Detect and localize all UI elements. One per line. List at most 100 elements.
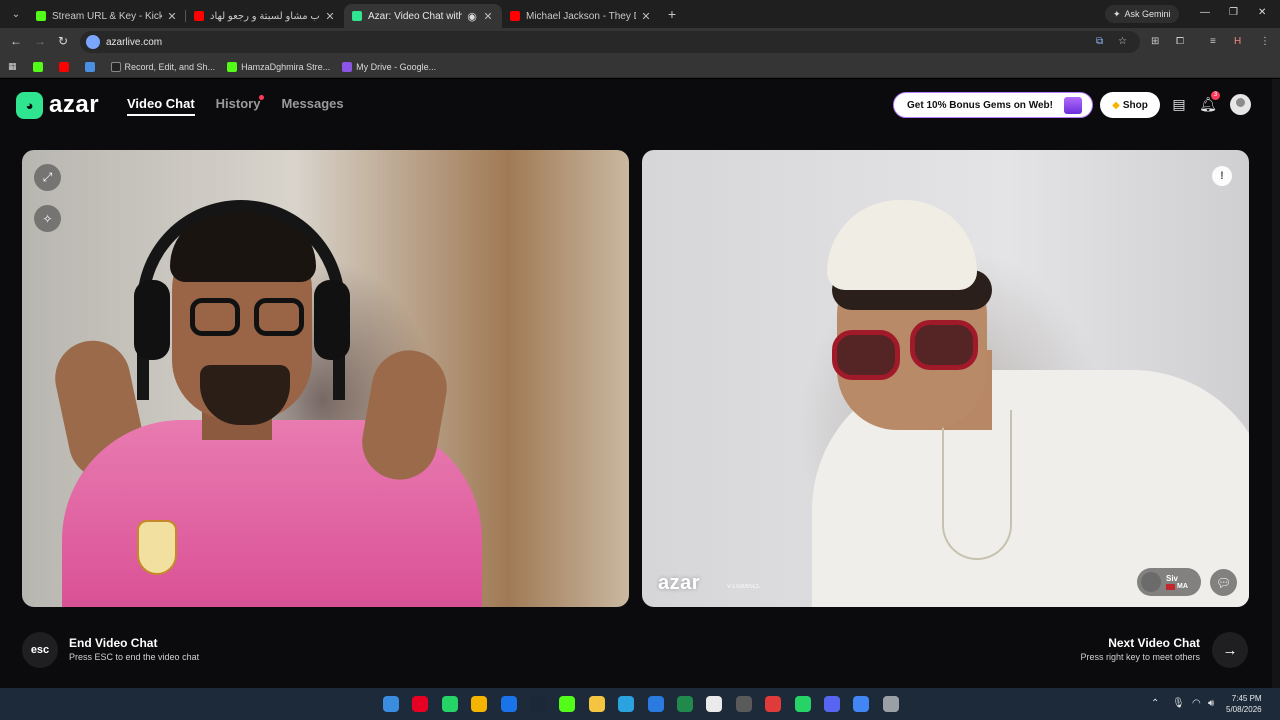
tab-search-icon[interactable]: ⌄ <box>4 4 28 24</box>
next-chat-arrow-icon[interactable]: → <box>1212 632 1248 668</box>
ask-gemini-button[interactable]: ✦ Ask Gemini <box>1105 5 1179 23</box>
gemini-icon: ✦ <box>1113 8 1121 19</box>
browser-tab[interactable]: الشباب مشاو لسبتة و رجعو لهاد ✕ <box>186 4 344 28</box>
forward-icon[interactable]: → <box>34 34 46 48</box>
bookmarks-bar: ▦ Record, Edit, and Sh... HamzaDghmira S… <box>0 56 1280 78</box>
menu-icon[interactable]: ⋮ <box>1260 36 1270 47</box>
url-text: azarlive.com <box>106 36 163 48</box>
bookmark-youtube[interactable] <box>58 61 73 72</box>
reload-icon[interactable]: ↻ <box>58 34 68 48</box>
microphone-icon[interactable]: 🎙︎ <box>1172 698 1185 709</box>
taskbar-app-icon[interactable] <box>500 696 517 712</box>
bookmark-gemini[interactable] <box>84 61 99 72</box>
necklace <box>942 410 1012 560</box>
taskbar-app-icon[interactable] <box>794 696 811 712</box>
azar-logo-text: azar <box>49 91 100 118</box>
browser-tab-active[interactable]: Azar: Video Chat with New ◉ ✕ <box>344 4 502 28</box>
end-chat-title: End Video Chat <box>69 636 158 650</box>
main-nav: Video Chat History Messages <box>127 95 344 116</box>
site-info-icon[interactable] <box>86 35 100 49</box>
reading-list-icon[interactable]: ≡ <box>1210 36 1216 47</box>
wifi-icon[interactable]: ◠ <box>1192 698 1201 709</box>
close-tab-icon[interactable]: ✕ <box>640 10 652 23</box>
nav-messages[interactable]: Messages <box>281 96 343 116</box>
taskbar-app-icon[interactable] <box>824 696 840 712</box>
gift-icon <box>1064 97 1082 114</box>
taskbar-app-icon[interactable] <box>706 696 723 712</box>
taskbar-app-icon[interactable] <box>559 696 576 712</box>
taskbar-app-icon[interactable] <box>383 696 399 712</box>
tray-chevron-icon[interactable]: ⌃ <box>1151 698 1159 709</box>
peer-country-code: MA <box>1177 583 1188 590</box>
taskbar-app-icon[interactable] <box>412 696 429 712</box>
magic-wand-icon[interactable]: ✧ <box>34 205 61 232</box>
peer-name: Siv <box>1166 574 1179 583</box>
azar-tab-icon <box>352 11 362 21</box>
taskbar-app-icon[interactable] <box>530 696 546 712</box>
taskbar-app-icon[interactable] <box>471 696 488 712</box>
minimize-icon[interactable]: — <box>1200 7 1210 18</box>
nav-history-label: History <box>215 96 261 111</box>
taskbar-app-icon[interactable] <box>588 696 605 712</box>
nav-history[interactable]: History <box>215 95 265 116</box>
expand-icon[interactable]: ⤢ <box>34 164 61 191</box>
close-window-icon[interactable]: ✕ <box>1258 7 1266 18</box>
translate-icon[interactable]: ⧉ <box>1096 36 1103 47</box>
address-bar[interactable]: azarlive.com <box>80 31 1140 53</box>
taskbar-app-icon[interactable] <box>853 696 870 712</box>
club-crest <box>137 520 177 575</box>
tab-groups-icon[interactable]: ⊞ <box>1151 36 1159 47</box>
clock-date: 5/08/2026 <box>1226 705 1262 714</box>
browser-tab-strip: ⌄ Stream URL & Key - Kick Dashb ✕ الشباب… <box>0 0 1280 28</box>
back-icon[interactable]: ← <box>10 34 22 48</box>
bookmark-label: HamzaDghmira Stre... <box>241 61 331 72</box>
report-icon[interactable]: ! <box>1212 166 1232 186</box>
taskbar-clock[interactable]: 7:45 PM 5/08/2026 <box>1226 693 1262 715</box>
bookmark-record[interactable]: Record, Edit, and Sh... <box>110 61 215 72</box>
shop-label: Shop <box>1122 99 1148 111</box>
close-tab-icon[interactable]: ✕ <box>482 10 494 23</box>
restore-icon[interactable]: ❐ <box>1229 7 1238 18</box>
avatar[interactable] <box>1230 94 1251 115</box>
new-tab-button[interactable]: + <box>660 6 684 22</box>
bookmark-star-icon[interactable]: ☆ <box>1118 36 1127 47</box>
taskbar-app-icon[interactable] <box>441 696 458 712</box>
peer-profile-chip[interactable]: Siv MA <box>1137 568 1201 596</box>
azar-logo[interactable]: ◕ azar <box>16 91 99 119</box>
azar-logo-icon: ◕ <box>16 91 43 119</box>
taskbar-app-icon[interactable] <box>735 696 752 712</box>
scrollbar[interactable] <box>1272 79 1280 688</box>
end-chat-button[interactable]: esc <box>22 632 58 668</box>
taskbar-app-icon[interactable] <box>677 696 693 712</box>
bookmark-hamza[interactable]: HamzaDghmira Stre... <box>227 61 331 72</box>
peer-country: MA <box>1166 583 1188 590</box>
bonus-gems-label: Get 10% Bonus Gems on Web! <box>907 99 1053 111</box>
taskbar-app-icon[interactable] <box>647 696 664 712</box>
close-tab-icon[interactable]: ✕ <box>166 10 178 23</box>
taskbar-app-icon[interactable] <box>882 696 899 712</box>
extensions-icon[interactable]: ⧠ <box>1176 36 1184 47</box>
profile-icon[interactable]: H <box>1234 36 1241 47</box>
taskbar-app-icon[interactable] <box>765 696 782 712</box>
gemini-icon <box>84 61 95 72</box>
chat-bubble-icon[interactable]: 💬︎ <box>1210 569 1237 596</box>
taskbar-app-icon[interactable] <box>618 696 635 712</box>
close-tab-icon[interactable]: ✕ <box>324 10 336 23</box>
gem-icon: ◆ <box>1112 99 1120 111</box>
nav-video-chat[interactable]: Video Chat <box>127 96 195 116</box>
ask-gemini-label: Ask Gemini <box>1124 9 1171 19</box>
shop-button[interactable]: ◆ Shop <box>1100 92 1160 118</box>
bonus-gems-button[interactable]: Get 10% Bonus Gems on Web! <box>893 92 1093 118</box>
apps-grid-icon[interactable]: ▦ <box>8 61 17 72</box>
end-chat-hint: Press ESC to end the video chat <box>69 652 200 662</box>
browser-tab[interactable]: Stream URL & Key - Kick Dashb ✕ <box>28 4 186 28</box>
bell-icon[interactable]: 🔔︎ 3 <box>1198 91 1220 114</box>
bookmark-drive[interactable]: My Drive - Google... <box>342 61 436 72</box>
inbox-icon[interactable]: ▤ <box>1169 94 1189 114</box>
volume-icon[interactable]: 🔊︎ <box>1208 698 1214 709</box>
clock-time: 7:45 PM <box>1231 694 1262 703</box>
bookmark-kick[interactable] <box>32 61 47 72</box>
flag-icon <box>1166 583 1175 590</box>
peer-avatar <box>1141 572 1161 592</box>
browser-tab[interactable]: Michael Jackson - They Don't C ✕ <box>502 4 660 28</box>
